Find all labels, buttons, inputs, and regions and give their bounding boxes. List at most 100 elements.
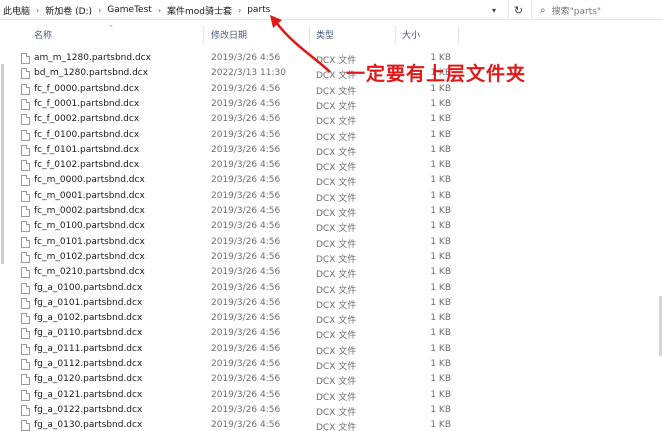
file-modified-date: 2019/3/26 4:56 xyxy=(211,114,281,125)
file-size: 1 KB xyxy=(430,282,451,293)
file-type: DCX 文件 xyxy=(316,392,357,403)
file-icon xyxy=(21,68,30,80)
column-divider[interactable] xyxy=(203,26,204,44)
search-icon: ⌕ xyxy=(540,4,546,16)
file-type: DCX 文件 xyxy=(316,224,357,235)
file-row[interactable]: fc_f_0100.partsbnd.dcx 2019/3/26 4:56 DCX … xyxy=(0,128,663,143)
breadcrumb[interactable]: 此电脑 › 新加卷 (D:) › GameTest › 案件mod骑士套 › parts xyxy=(0,0,486,20)
file-modified-date: 2019/3/26 4:56 xyxy=(211,236,281,247)
file-size: 1 KB xyxy=(430,297,451,308)
file-size: 1 KB xyxy=(430,389,451,400)
file-icon xyxy=(21,297,30,309)
file-size: 1 KB xyxy=(430,236,451,247)
file-row[interactable]: fg_a_0122.partsbnd.dcx 2019/3/26 4:56 DCX … xyxy=(0,403,663,418)
breadcrumb-separator-icon[interactable]: › xyxy=(155,6,164,15)
breadcrumb-item[interactable]: 案件mod骑士套 xyxy=(164,4,235,17)
file-icon xyxy=(21,206,30,217)
file-size: 1 KB xyxy=(430,374,451,385)
breadcrumb-separator-icon[interactable]: › xyxy=(95,6,104,15)
breadcrumb-item[interactable]: 此电脑 xyxy=(0,4,33,17)
file-name: fc_m_0100.partsbnd.dcx xyxy=(34,221,145,232)
file-icon xyxy=(21,251,30,263)
file-type: DCX 文件 xyxy=(316,377,357,388)
breadcrumb-separator-icon[interactable]: › xyxy=(235,6,244,15)
file-row[interactable]: fc_f_0001.partsbnd.dcx 2019/3/26 4:56 DCX … xyxy=(0,97,663,112)
file-icon xyxy=(21,359,30,370)
file-name: fc_m_0210.partsbnd.dcx xyxy=(34,267,145,278)
file-size: 1 KB xyxy=(430,313,451,324)
chevron-down-icon[interactable]: ▾ xyxy=(487,0,501,20)
file-row[interactable]: fc_m_0002.partsbnd.dcx 2019/3/26 4:56 DCX … xyxy=(0,204,663,219)
file-icon xyxy=(21,83,30,95)
file-size: 1 KB xyxy=(430,420,451,431)
column-header-date[interactable]: 修改日期 xyxy=(211,28,247,41)
file-row[interactable]: fc_m_0101.partsbnd.dcx 2019/3/26 4:56 DCX … xyxy=(0,235,663,250)
file-row[interactable]: fg_a_0100.partsbnd.dcx 2019/3/26 4:56 DCX … xyxy=(0,281,663,296)
file-modified-date: 2019/3/26 4:56 xyxy=(211,374,281,385)
file-size: 1 KB xyxy=(430,221,451,232)
file-row[interactable]: fg_a_0121.partsbnd.dcx 2019/3/26 4:56 DCX … xyxy=(0,388,663,403)
file-icon xyxy=(21,236,30,248)
file-modified-date: 2019/3/26 4:56 xyxy=(211,267,281,278)
file-name: fg_a_0112.partsbnd.dcx xyxy=(34,359,143,369)
file-row[interactable]: fg_a_0130.partsbnd.dcx 2019/3/26 4:56 DCX … xyxy=(0,418,663,431)
file-row[interactable]: fc_m_0102.partsbnd.dcx 2019/3/26 4:56 DCX … xyxy=(0,250,663,265)
file-row[interactable]: fg_a_0101.partsbnd.dcx 2019/3/26 4:56 DCX … xyxy=(0,296,663,311)
file-type: DCX 文件 xyxy=(316,117,357,128)
file-type: DCX 文件 xyxy=(316,346,357,357)
file-type: DCX 文件 xyxy=(316,101,357,112)
search-placeholder: 搜索"parts" xyxy=(551,6,602,17)
file-row[interactable]: fg_a_0111.partsbnd.dcx 2019/3/26 4:56 DCX … xyxy=(0,342,663,357)
breadcrumb-item[interactable]: GameTest xyxy=(104,5,155,15)
file-row[interactable]: fc_f_0101.partsbnd.dcx 2019/3/26 4:56 DCX … xyxy=(0,143,663,158)
file-icon xyxy=(21,114,30,126)
file-icon xyxy=(21,313,30,325)
file-modified-date: 2019/3/26 4:56 xyxy=(211,144,281,155)
file-type: DCX 文件 xyxy=(316,193,357,204)
file-row[interactable]: fc_m_0000.partsbnd.dcx 2019/3/26 4:56 DCX … xyxy=(0,173,663,188)
file-size: 1 KB xyxy=(430,343,451,354)
file-size: 1 KB xyxy=(430,206,451,216)
file-row[interactable]: fc_f_0102.partsbnd.dcx 2019/3/26 4:56 DCX … xyxy=(0,158,663,173)
file-row[interactable]: fc_m_0001.partsbnd.dcx 2019/3/26 4:56 DCX … xyxy=(0,189,663,204)
column-divider[interactable] xyxy=(395,26,396,44)
file-icon xyxy=(21,175,30,187)
file-type: DCX 文件 xyxy=(316,316,357,327)
breadcrumb-separator-icon[interactable]: › xyxy=(33,6,42,15)
file-name: fg_a_0130.partsbnd.dcx xyxy=(34,420,143,431)
file-size: 1 KB xyxy=(430,359,451,369)
file-modified-date: 2019/3/26 4:56 xyxy=(211,420,281,431)
file-row[interactable]: fg_a_0110.partsbnd.dcx 2019/3/26 4:56 DCX … xyxy=(0,326,663,341)
file-name: fc_m_0101.partsbnd.dcx xyxy=(34,236,145,247)
file-row[interactable]: fc_m_0210.partsbnd.dcx 2019/3/26 4:56 DCX … xyxy=(0,265,663,280)
file-row[interactable]: fg_a_0112.partsbnd.dcx 2019/3/26 4:56 DCX … xyxy=(0,357,663,372)
file-row[interactable]: fc_m_0100.partsbnd.dcx 2019/3/26 4:56 DCX … xyxy=(0,219,663,234)
sort-ascending-icon: ⌃ xyxy=(108,24,114,32)
column-header-size[interactable]: 大小 xyxy=(402,28,420,41)
file-icon xyxy=(21,144,30,156)
file-name: fc_m_0102.partsbnd.dcx xyxy=(34,251,145,262)
file-name: fc_f_0100.partsbnd.dcx xyxy=(34,129,140,140)
file-type: DCX 文件 xyxy=(316,285,357,296)
breadcrumb-item[interactable]: 新加卷 (D:) xyxy=(42,4,95,17)
file-icon xyxy=(21,374,30,386)
file-row[interactable]: fc_f_0000.partsbnd.dcx 2019/3/26 4:56 DCX … xyxy=(0,82,663,97)
file-row[interactable]: fg_a_0120.partsbnd.dcx 2019/3/26 4:56 DCX … xyxy=(0,372,663,387)
file-row[interactable]: fc_f_0002.partsbnd.dcx 2019/3/26 4:56 DCX … xyxy=(0,112,663,127)
file-type: DCX 文件 xyxy=(316,300,357,311)
refresh-icon[interactable]: ↻ xyxy=(508,0,528,20)
column-header-name[interactable]: 名称 xyxy=(34,28,52,41)
file-icon xyxy=(21,328,30,340)
search-input[interactable]: ⌕ 搜索"parts" xyxy=(531,1,663,19)
file-type: DCX 文件 xyxy=(316,178,357,189)
file-row[interactable]: fg_a_0102.partsbnd.dcx 2019/3/26 4:56 DCX … xyxy=(0,311,663,326)
file-type: DCX 文件 xyxy=(316,163,357,174)
file-name: fg_a_0110.partsbnd.dcx xyxy=(34,328,143,339)
file-modified-date: 2019/3/26 4:56 xyxy=(211,282,281,293)
file-modified-date: 2019/3/26 4:56 xyxy=(211,359,281,369)
file-name: bd_m_1280.partsbnd.dcx xyxy=(34,68,149,79)
file-modified-date: 2019/3/26 4:56 xyxy=(211,313,281,324)
file-modified-date: 2019/3/26 4:56 xyxy=(211,129,281,140)
column-divider[interactable] xyxy=(458,26,459,44)
file-name: am_m_1280.partsbnd.dcx xyxy=(34,53,151,63)
